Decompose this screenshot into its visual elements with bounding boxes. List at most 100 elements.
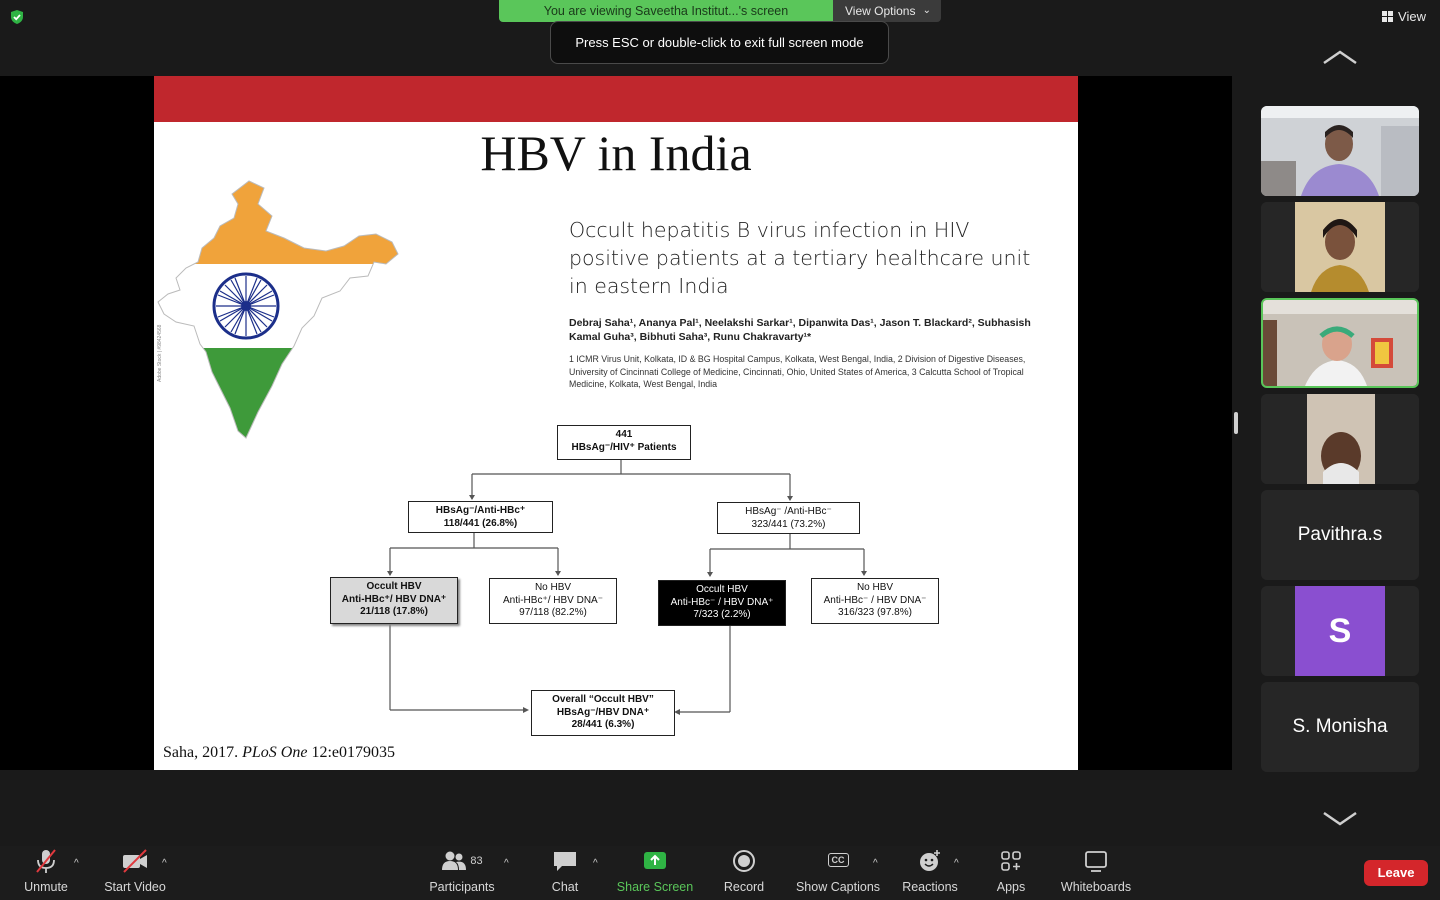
top-bar: You are viewing Saveetha Institut...'s s… [0,0,1440,76]
participant-count: 83 [470,855,483,867]
share-screen-button[interactable]: Share Screen [612,846,698,900]
participant-tile-2[interactable] [1261,202,1419,292]
view-options-label: View Options [845,4,916,18]
meeting-toolbar: Unmute ^ Start Video ^ 83 Participants ^… [0,846,1440,900]
chat-bubble-icon [554,852,576,871]
chat-button[interactable]: Chat [540,846,590,900]
flow-nohbv-right-value: 316/323 (97.8%) [838,607,912,618]
participant-tile-1[interactable] [1261,106,1419,196]
ashoka-chakra-icon [212,272,280,340]
flow-occult-right-title: Occult HBV [696,584,748,595]
flow-nohbv-right-marker: Anti-HBc⁻ / HBV DNA⁻ [823,594,927,606]
flow-occult-right-box: Occult HBV Anti-HBc⁻ / HBV DNA⁺ 7/323 (2… [658,580,786,626]
flow-occult-right-marker: Anti-HBc⁻ / HBV DNA⁺ [670,596,774,608]
presentation-slide: HBV in India Adobe Stock | #98424568 Occ… [154,76,1078,770]
apps-button[interactable]: Apps [990,846,1032,900]
share-screen-icon [644,852,666,869]
captions-badge: CC [827,853,849,867]
gallery-scroll-down-icon[interactable] [1322,810,1358,828]
chat-options-caret-icon[interactable]: ^ [593,858,598,869]
participant-video [1261,394,1419,484]
apps-label: Apps [996,880,1026,894]
people-icon [442,851,467,870]
flow-nohbv-right-box: No HBV Anti-HBc⁻ / HBV DNA⁻ 316/323 (97.… [811,578,939,624]
camera-off-icon [123,849,147,873]
participant-tile-5[interactable]: Pavithra.s [1261,490,1419,580]
flow-nohbv-left-title: No HBV [534,582,572,593]
flow-occult-left-value: 21/118 (17.8%) [360,606,428,617]
reactions-button[interactable]: Reactions [898,846,962,900]
flow-nohbv-left-box: No HBV Anti-HBc⁺/ HBV DNA⁻ 97/118 (82.2%… [489,578,617,624]
view-options-button[interactable]: View Options ⌄ [833,0,941,22]
audio-options-caret-icon[interactable]: ^ [74,858,79,869]
paper-affiliations: 1 ICMR Virus Unit, Kolkata, ID & BG Hosp… [569,354,1026,389]
gallery-resize-handle[interactable] [1234,412,1238,434]
flow-left-box: HBsAg⁻/Anti-HBc⁺ 118/441 (26.8%) [408,501,553,533]
flow-occult-left-box: Occult HBV Anti-HBc⁺/ HBV DNA⁺ 21/118 (1… [330,577,458,624]
participant-tile-7[interactable]: S. Monisha [1261,682,1419,772]
captions-options-caret-icon[interactable]: ^ [873,858,878,869]
flow-occult-left-title: Occult HBV [366,581,422,592]
participant-video [1263,300,1417,386]
view-button[interactable]: View [1382,9,1426,24]
flow-root-count: 441 [615,429,633,440]
microphone-muted-icon [36,849,56,873]
fullscreen-exit-hint: Press ESC or double-click to exit full s… [550,21,889,64]
show-captions-label: Show Captions [795,880,881,894]
participant-avatar: S [1295,586,1385,676]
show-captions-button[interactable]: CC Show Captions [792,846,884,900]
record-label: Record [723,880,765,894]
leave-meeting-button[interactable]: Leave [1364,860,1428,886]
chevron-down-icon: ⌄ [922,5,931,16]
reactions-label: Reactions [902,880,958,894]
flow-left-label: HBsAg⁻/Anti-HBc⁺ [435,505,526,516]
participant-tile-4[interactable] [1261,394,1419,484]
reactions-options-caret-icon[interactable]: ^ [954,858,959,869]
flow-right-box: HBsAg⁻ /Anti-HBc⁻ 323/441 (73.2%) [717,502,860,534]
whiteboard-icon [1085,851,1107,872]
slide-citation: Saha, 2017. PLoS One 12:e0179035 [163,744,395,762]
flow-occult-left-marker: Anti-HBc⁺/ HBV DNA⁺ [341,593,447,605]
flow-root-box: 441 HBsAg⁻/HIV⁺ Patients [557,425,691,460]
participant-name: S. Monisha [1292,716,1388,737]
whiteboards-button[interactable]: Whiteboards [1056,846,1136,900]
flow-overall-marker: HBsAg⁻/HBV DNA⁺ [556,706,650,718]
flow-occult-right-value: 7/323 (2.2%) [693,609,751,620]
unmute-label: Unmute [24,880,68,894]
slide-header-band [154,76,1078,122]
participant-video [1261,106,1419,196]
participant-tile-6[interactable]: S [1261,586,1419,676]
layout-grid-icon [1382,11,1394,22]
participants-icon-group: 83 [432,846,492,876]
flow-overall-value: 28/441 (6.3%) [571,719,635,730]
map-watermark: Adobe Stock | #98424568 [157,324,163,382]
share-status-banner: You are viewing Saveetha Institut...'s s… [499,0,833,22]
view-button-label: View [1398,9,1426,24]
flow-nohbv-right-title: No HBV [856,582,894,593]
citation-reference: 12:e0179035 [311,744,395,761]
flow-right-label: HBsAg⁻ /Anti-HBc⁻ [745,506,832,517]
captions-icon: CC [823,846,853,876]
participants-label: Participants [429,880,495,894]
gallery-scroll-up-icon[interactable] [1322,48,1358,66]
participant-tile-3-active-speaker[interactable] [1261,298,1419,388]
emoji-reaction-icon [920,850,940,871]
flow-left-value: 118/441 (26.8%) [443,517,518,529]
flow-right-value: 323/441 (73.2%) [751,518,826,530]
share-screen-label: Share Screen [616,880,694,894]
flow-nohbv-left-value: 97/118 (82.2%) [519,607,587,618]
start-video-button[interactable]: Start Video [100,846,170,900]
video-options-caret-icon[interactable]: ^ [162,858,167,869]
security-shield-icon[interactable] [9,9,25,25]
study-flowchart: 441 HBsAg⁻/HIV⁺ Patients HBsAg⁻/Anti-HBc… [324,421,954,741]
participants-options-caret-icon[interactable]: ^ [504,858,509,869]
apps-icon [1001,851,1021,871]
record-icon [733,850,755,872]
unmute-button[interactable]: Unmute [16,846,76,900]
flow-overall-box: Overall “Occult HBV” HBsAg⁻/HBV DNA⁺ 28/… [531,690,675,736]
whiteboards-label: Whiteboards [1060,880,1132,894]
start-video-label: Start Video [104,880,166,894]
slide-title: HBV in India [480,125,752,181]
participants-button[interactable]: 83 Participants [424,846,500,900]
record-button[interactable]: Record [718,846,770,900]
